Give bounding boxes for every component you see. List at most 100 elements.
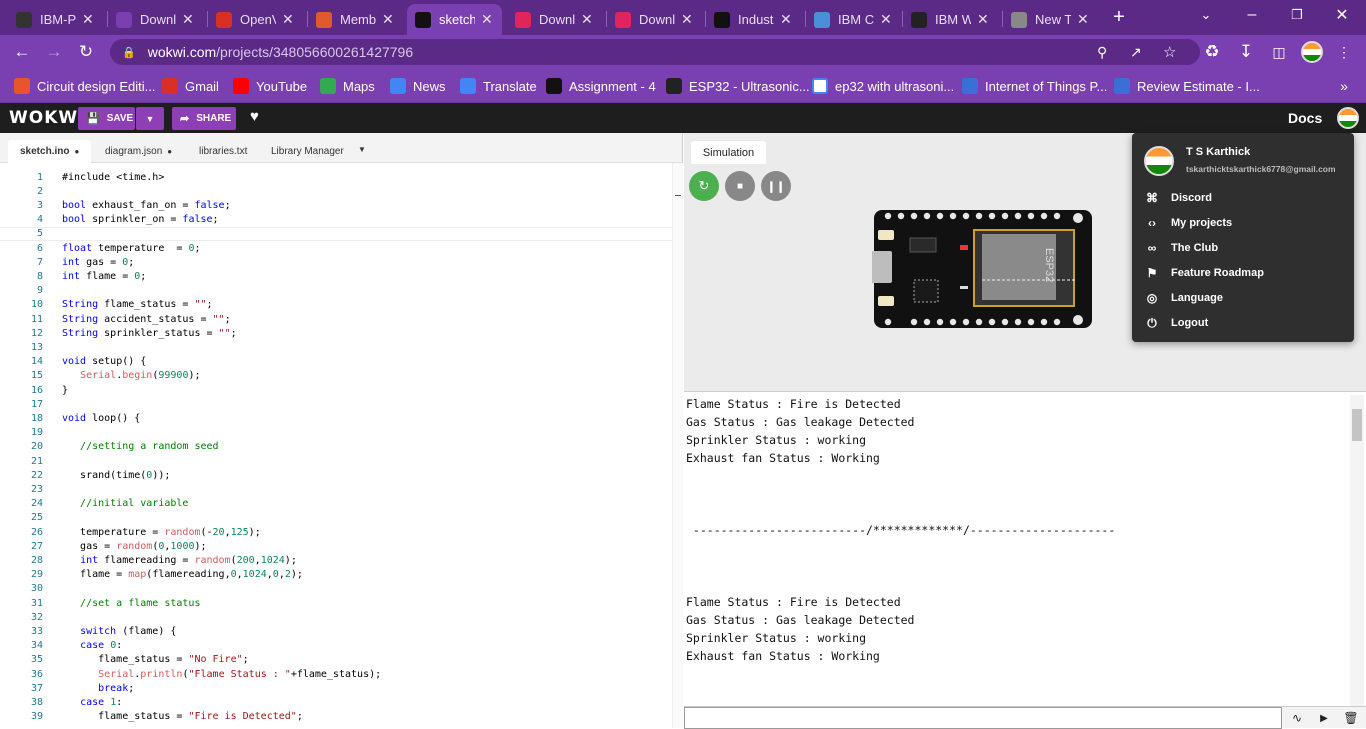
- code-line[interactable]: 10 String flame_status = "";: [0, 298, 683, 312]
- tab-simulation[interactable]: Simulation: [691, 141, 766, 164]
- menu-item-discord[interactable]: ⌘ Discord: [1144, 188, 1212, 208]
- save-options-dropdown[interactable]: ▼: [136, 107, 164, 130]
- code-line[interactable]: 14 void setup() {: [0, 355, 683, 369]
- menu-item-logout[interactable]: ⏻ Logout: [1144, 313, 1208, 333]
- code-line[interactable]: 27 gas = random(0,1000);: [0, 539, 683, 553]
- bookmark-item[interactable]: Translate: [460, 69, 537, 103]
- menu-kebab-icon[interactable]: ⋮: [1330, 35, 1358, 69]
- tab-diagram-json[interactable]: diagram.json ●: [93, 140, 184, 163]
- code-line[interactable]: 23: [0, 482, 683, 496]
- code-line[interactable]: 15 Serial.begin(99900);: [0, 369, 683, 383]
- close-tab-icon[interactable]: ✕: [182, 11, 194, 28]
- profile-avatar[interactable]: [1301, 41, 1323, 63]
- stop-simulation-button[interactable]: ■: [725, 171, 755, 201]
- serial-input[interactable]: [684, 707, 1282, 729]
- browser-tab[interactable]: Indust ✕: [706, 4, 801, 35]
- browser-tab[interactable]: Downl ✕: [108, 4, 203, 35]
- serial-scrollbar[interactable]: [1350, 395, 1364, 706]
- user-avatar[interactable]: [1337, 107, 1359, 129]
- downloads-icon[interactable]: ↧: [1232, 35, 1260, 69]
- browser-tab[interactable]: IBM W ✕: [903, 4, 998, 35]
- code-line[interactable]: 20 //setting a random seed: [0, 440, 683, 454]
- code-line[interactable]: 28 int flamereading = random(200,1024);: [0, 553, 683, 567]
- restart-simulation-button[interactable]: ↻: [689, 171, 719, 201]
- code-line[interactable]: 38 case 1:: [0, 695, 683, 709]
- close-tab-icon[interactable]: ✕: [977, 11, 989, 28]
- close-tab-icon[interactable]: ✕: [880, 11, 892, 28]
- code-line[interactable]: 39 flame_status = "Fire is Detected";: [0, 710, 683, 724]
- bookmark-star-icon[interactable]: ☆: [1163, 43, 1176, 61]
- menu-item-language[interactable]: ◎ Language: [1144, 288, 1223, 308]
- bookmark-item[interactable]: Gmail: [162, 69, 219, 103]
- menu-item-my-projects[interactable]: ‹› My projects: [1144, 213, 1232, 233]
- code-line[interactable]: 17: [0, 397, 683, 411]
- close-window-icon[interactable]: ✕: [1328, 0, 1356, 30]
- browser-tab[interactable]: Memb ✕: [308, 4, 403, 35]
- browser-tab[interactable]: IBM-P ✕: [8, 4, 103, 35]
- browser-tab[interactable]: IBM Cl ✕: [806, 4, 901, 35]
- plotter-icon[interactable]: ∿: [1287, 709, 1307, 727]
- tab-sketch-ino[interactable]: sketch.ino ●: [8, 140, 91, 163]
- save-button[interactable]: 💾 SAVE: [78, 107, 135, 130]
- tab-library-manager[interactable]: Library Manager: [259, 140, 356, 163]
- code-line[interactable]: 1 #include <time.h>: [0, 170, 683, 184]
- browser-tab[interactable]: New T ✕: [1003, 4, 1098, 35]
- tab-menu-chevron-icon[interactable]: ▼: [358, 145, 366, 154]
- code-line[interactable]: 35 flame_status = "No Fire";: [0, 653, 683, 667]
- code-line[interactable]: 26 temperature = random(-20,125);: [0, 525, 683, 539]
- code-line[interactable]: 24 //initial variable: [0, 497, 683, 511]
- code-area[interactable]: 1 #include <time.h> 2 3 bool exhaust_fan_on …: [0, 163, 683, 728]
- code-line[interactable]: 31 //set a flame status: [0, 596, 683, 610]
- esp32-board[interactable]: ESP32: [872, 208, 1094, 330]
- minimize-icon[interactable]: –: [1238, 0, 1266, 30]
- code-line[interactable]: 22 srand(time(0));: [0, 468, 683, 482]
- close-tab-icon[interactable]: ✕: [681, 11, 693, 28]
- back-icon[interactable]: ←: [8, 35, 36, 69]
- code-line[interactable]: 7 int gas = 0;: [0, 255, 683, 269]
- close-tab-icon[interactable]: ✕: [382, 11, 394, 28]
- zoom-icon[interactable]: ⚲: [1097, 44, 1107, 61]
- editor-scrollbar[interactable]: [672, 163, 683, 728]
- code-line[interactable]: 30: [0, 582, 683, 596]
- scrollbar-thumb[interactable]: [1352, 409, 1362, 441]
- code-line[interactable]: 33 switch (flame) {: [0, 624, 683, 638]
- play-icon[interactable]: ▶: [1314, 709, 1334, 727]
- browser-tab[interactable]: sketch ✕: [407, 4, 502, 35]
- code-line[interactable]: 9: [0, 284, 683, 298]
- code-line[interactable]: 18 void loop() {: [0, 411, 683, 425]
- code-line[interactable]: 16}: [0, 383, 683, 397]
- tab-libraries-txt[interactable]: libraries.txt: [187, 140, 259, 163]
- code-line[interactable]: 19: [0, 426, 683, 440]
- browser-tab[interactable]: Downl ✕: [507, 4, 602, 35]
- bookmark-item[interactable]: Assignment - 4: [546, 69, 656, 103]
- close-tab-icon[interactable]: ✕: [82, 11, 94, 28]
- pause-simulation-button[interactable]: ❙❙: [761, 171, 791, 201]
- code-line[interactable]: 36 Serial.println("Flame Status : "+flam…: [0, 667, 683, 681]
- code-line[interactable]: 34 case 0:: [0, 639, 683, 653]
- restore-icon[interactable]: ❐: [1283, 0, 1311, 30]
- code-line[interactable]: 11 String accident_status = "";: [0, 312, 683, 326]
- share-button[interactable]: ➦ SHARE: [172, 107, 236, 130]
- close-tab-icon[interactable]: ✕: [282, 11, 294, 28]
- browser-tab[interactable]: Downl ✕: [607, 4, 702, 35]
- code-line[interactable]: 13: [0, 340, 683, 354]
- browser-tab[interactable]: OpenV ✕: [208, 4, 303, 35]
- address-bar[interactable]: 🔒 wokwi.com/projects/348056600261427796 …: [110, 39, 1200, 65]
- code-line[interactable]: 5: [0, 226, 683, 241]
- bookmark-item[interactable]: ESP32 - Ultrasonic...: [666, 69, 810, 103]
- reload-icon[interactable]: ↻: [72, 35, 100, 69]
- new-tab-button[interactable]: +: [1105, 0, 1133, 35]
- code-line[interactable]: 4 bool sprinkler_on = false;: [0, 213, 683, 227]
- code-line[interactable]: 6 float temperature = 0;: [0, 241, 683, 255]
- menu-item-the-club[interactable]: ∞ The Club: [1144, 238, 1218, 258]
- bookmark-item[interactable]: YouTube: [233, 69, 307, 103]
- close-tab-icon[interactable]: ✕: [581, 11, 593, 28]
- extensions-icon[interactable]: ♻: [1198, 35, 1226, 69]
- code-line[interactable]: 32: [0, 610, 683, 624]
- bookmark-item[interactable]: News: [390, 69, 446, 103]
- bookmark-item[interactable]: Circuit design Editi...: [14, 69, 156, 103]
- menu-item-feature-roadmap[interactable]: ⚑ Feature Roadmap: [1144, 263, 1264, 283]
- docs-link[interactable]: Docs: [1288, 110, 1322, 126]
- heart-icon[interactable]: ♥: [250, 108, 259, 125]
- code-line[interactable]: 3 bool exhaust_fan_on = false;: [0, 198, 683, 212]
